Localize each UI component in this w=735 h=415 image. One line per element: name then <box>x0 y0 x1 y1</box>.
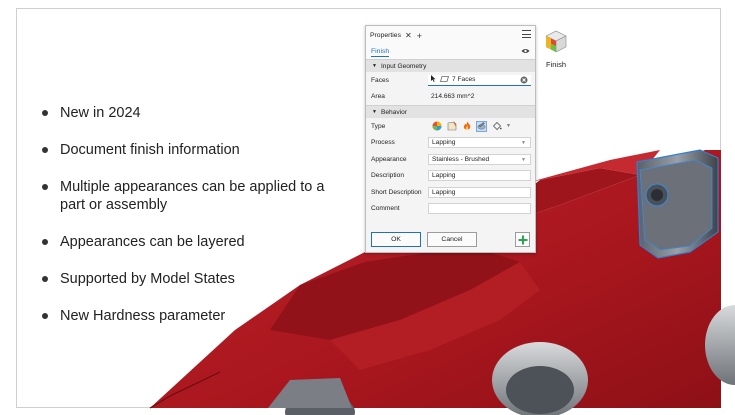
process-row: Process Lapping ▼ <box>366 135 535 152</box>
process-dropdown[interactable]: Lapping ▼ <box>428 137 531 149</box>
material-coating-icon[interactable] <box>446 121 457 132</box>
comment-field[interactable] <box>428 203 531 215</box>
short-description-row: Short Description Lapping <box>366 184 535 201</box>
select-cursor-icon <box>431 75 436 84</box>
type-dropdown-arrow-icon[interactable]: ▼ <box>506 123 511 129</box>
appearance-type-icon[interactable] <box>431 121 442 132</box>
short-description-field[interactable]: Lapping <box>428 186 531 198</box>
bullet-dot <box>42 110 48 116</box>
finish-cube-icon <box>545 30 567 53</box>
bullet-dot <box>42 276 48 282</box>
eye-icon[interactable] <box>521 48 530 56</box>
plus-icon[interactable]: + <box>417 31 422 41</box>
bullet-dot <box>42 184 48 190</box>
area-row: Area 214.663 mm^2 <box>366 89 535 106</box>
section-behavior[interactable]: ▼ Behavior <box>366 105 535 118</box>
add-finish-button[interactable] <box>515 232 530 247</box>
bullet-dot <box>42 147 48 153</box>
cancel-button[interactable]: Cancel <box>427 232 477 247</box>
surface-finish-icon[interactable] <box>476 120 487 132</box>
bullet-item: Appearances can be layered <box>40 233 350 251</box>
appearance-dropdown[interactable]: Stainless - Brushed ▼ <box>428 153 531 165</box>
face-icon <box>439 75 450 84</box>
bullet-dot <box>42 239 48 245</box>
section-input-geometry[interactable]: ▼ Input Geometry <box>366 59 535 72</box>
description-row: Description Lapping <box>366 168 535 185</box>
type-row: Type ▼ <box>371 120 511 132</box>
collapse-caret-icon[interactable]: ▼ <box>372 63 377 69</box>
ok-button[interactable]: OK <box>371 232 421 247</box>
tab-finish[interactable]: Finish <box>371 48 390 57</box>
collapse-caret-icon[interactable]: ▼ <box>372 109 377 115</box>
bullet-item: Supported by Model States <box>40 270 350 288</box>
panel-tab-row: Finish <box>366 45 535 59</box>
bullet-dot <box>42 313 48 319</box>
heat-treatment-icon[interactable] <box>461 121 472 132</box>
bullet-item: Multiple appearances can be applied to a… <box>40 178 350 214</box>
panel-buttons: OK Cancel <box>371 232 530 247</box>
chevron-down-icon: ▼ <box>521 156 526 163</box>
close-icon[interactable]: ✕ <box>405 31 412 40</box>
bullet-item: New in 2024 <box>40 104 350 122</box>
paint-bucket-icon[interactable] <box>491 121 502 132</box>
area-value: 214.663 mm^2 <box>431 93 475 101</box>
clear-selection-icon[interactable] <box>520 76 528 86</box>
panel-titlebar: Properties ✕ + <box>366 26 535 45</box>
bullet-item: Document finish information <box>40 141 350 159</box>
finish-command-button[interactable]: Finish <box>540 28 572 69</box>
feature-bullet-list: New in 2024 Document finish information … <box>40 104 350 344</box>
faces-selector[interactable]: 7 Faces <box>428 74 531 86</box>
finish-command-label: Finish <box>545 60 566 69</box>
comment-row: Comment <box>366 201 535 218</box>
appearance-row: Appearance Stainless - Brushed ▼ <box>366 151 535 168</box>
description-field[interactable]: Lapping <box>428 170 531 182</box>
finish-type-options: ▼ <box>428 120 511 132</box>
chevron-down-icon: ▼ <box>521 140 526 147</box>
hamburger-menu-icon[interactable] <box>522 30 531 38</box>
bullet-item: New Hardness parameter <box>40 307 350 325</box>
plus-icon <box>518 235 527 244</box>
panel-title[interactable]: Properties <box>370 32 401 39</box>
properties-panel: Properties ✕ + Finish ▼ Input Geometry F… <box>365 25 536 253</box>
faces-row: Faces 7 Faces <box>366 72 535 89</box>
slide: New in 2024 Document finish information … <box>0 0 735 415</box>
